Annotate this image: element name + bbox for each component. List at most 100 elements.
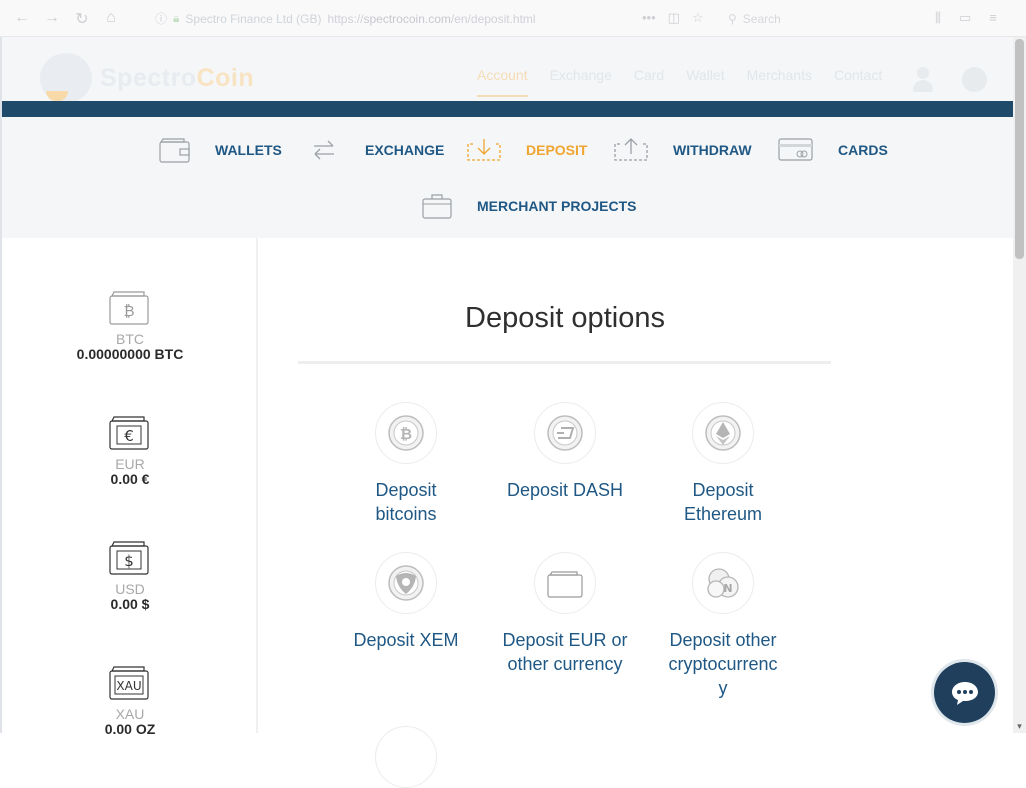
subnav-cards-label: CARDS [838,142,888,158]
menu-icon[interactable]: ≡ [989,10,997,26]
page-scrollbar[interactable]: ▾ [1013,37,1026,733]
browser-tools: ⫼ ▭ ≡ [935,10,997,26]
header-band [2,101,1013,117]
title-divider [298,361,831,364]
deposit-eur-option[interactable]: Deposit EUR or other currency [500,552,630,676]
wallet-code: XAU [115,706,145,722]
xem-coin-icon [375,552,437,614]
wallet-btc[interactable]: ₿ BTC 0.00000000 BTC [2,290,258,362]
address-bar[interactable]: ⓘ 🔒︎ Spectro Finance Ltd (GB) https://sp… [155,6,715,31]
card-icon [778,138,813,161]
wallet-sidebar: ₿ BTC 0.00000000 BTC € EUR 0.00 € $ USD … [2,238,258,737]
back-icon[interactable]: ← [7,9,37,27]
deposit-bitcoins-option[interactable]: ₿ Deposit bitcoins [341,402,471,526]
svg-text:N: N [723,582,732,595]
lock-icon: 🔒︎ [173,11,180,25]
wallet-code: USD [115,581,145,597]
wallet-balance: 0.00 € [110,471,150,487]
gold-wallet-icon: XAU [109,666,149,700]
library-icon[interactable]: ⫼ [935,10,941,26]
wallet-usd[interactable]: $ USD 0.00 $ [2,540,258,612]
subnav-wallets-label: WALLETS [215,142,282,158]
deposit-main: Deposit options ₿ Deposit bitcoins Deposi… [260,238,1013,788]
deposit-dash-option[interactable]: Deposit DASH [500,402,630,502]
subnav-exchange[interactable]: EXCHANGE [311,136,444,164]
search-placeholder: Search [742,11,781,26]
deposit-other-crypto-option[interactable]: N Deposit other cryptocurrenc y [658,552,788,700]
option-label: Deposit XEM [353,630,459,650]
globe-icon[interactable] [962,67,987,92]
top-menu-account[interactable]: Account [477,67,528,97]
wallet-balance: 0.00000000 BTC [76,346,184,362]
page-title: Deposit options [465,302,665,334]
logo-mark-icon [40,53,92,103]
subnav-merchant-projects[interactable]: MERCHANT PROJECTS [421,192,636,220]
scroll-down-arrow-icon[interactable]: ▾ [1015,721,1024,731]
pocket-icon[interactable]: ◫ [668,10,680,26]
subnav-deposit-label: DEPOSIT [526,142,588,158]
svg-text:XAU: XAU [116,679,141,693]
top-menu-card[interactable]: Card [634,67,664,97]
bookmark-star-icon[interactable]: ☆ [692,10,704,26]
user-icon[interactable] [912,67,934,93]
bitcoin-coin-icon: ₿ [375,402,437,464]
wallet-balance: 0.00 $ [110,596,150,612]
euro-wallet-icon: € [109,416,149,450]
page-actions-icon[interactable]: ••• [642,10,656,26]
home-icon[interactable]: ⌂ [96,9,126,27]
spectrocoin-logo[interactable]: SpectroCoin [40,53,254,103]
deposit-icon [467,139,501,161]
wallet-code: BTC [116,331,144,347]
logo-wordmark: SpectroCoin [100,63,255,92]
svg-text:€: € [124,427,134,445]
option-label: Deposit other cryptocurrenc y [668,630,778,698]
forward-icon[interactable]: → [37,9,67,27]
withdraw-icon [614,138,648,161]
browser-toolbar: ← → ↻ ⌂ ⓘ 🔒︎ Spectro Finance Ltd (GB) ht… [0,0,1026,37]
wallet-balance: 0.00 OZ [104,721,156,737]
subnav-withdraw-label: WITHDRAW [673,142,752,158]
search-icon: ⚲ [728,11,737,26]
other-crypto-coins-icon: N [692,552,754,614]
live-chat-button[interactable] [934,662,995,723]
url-text: https://spectrocoin.com/en/deposit.html [327,11,536,26]
svg-text:₿: ₿ [400,425,412,443]
wallet-eur[interactable]: € EUR 0.00 € [2,415,258,487]
search-input[interactable]: ⚲ Search [728,8,903,29]
dash-coin-icon [534,402,596,464]
deposit-xem-option[interactable]: Deposit XEM [341,552,471,652]
wallet-xau[interactable]: XAU XAU 0.00 OZ [2,665,258,737]
reload-icon[interactable]: ↻ [67,9,97,29]
top-menu-exchange[interactable]: Exchange [550,67,612,97]
subnav-merchant-projects-label: MERCHANT PROJECTS [477,198,637,214]
top-menu-wallet[interactable]: Wallet [686,67,724,97]
option-label: Deposit Ethereum [683,480,763,524]
url-actions: ••• ◫ ☆ [642,10,704,26]
scrollbar-thumb[interactable] [1015,39,1024,259]
deposit-next-option[interactable] [341,726,471,788]
ethereum-coin-icon [692,402,754,464]
dollar-wallet-icon: $ [109,541,149,575]
subnav-wallets[interactable]: WALLETS [159,136,282,164]
subnav-cards[interactable]: CARDS [778,136,888,164]
wallet-icon [534,552,596,614]
deposit-ethereum-option[interactable]: Deposit Ethereum [658,402,788,526]
top-menu-merchants[interactable]: Merchants [747,67,812,97]
svg-text:$: $ [124,552,134,570]
svg-text:₿: ₿ [123,302,134,320]
top-menu: Account Exchange Card Wallet Merchants C… [477,67,882,97]
info-icon[interactable]: ⓘ [155,10,167,27]
bitcoin-wallet-icon: ₿ [109,291,149,325]
subnav-deposit[interactable]: DEPOSIT [466,136,587,164]
subnav-exchange-label: EXCHANGE [365,142,445,158]
chat-bubble-icon [951,681,978,705]
briefcase-icon [422,194,452,219]
option-label: Deposit DASH [506,480,624,500]
option-label: Deposit bitcoins [375,480,437,524]
option-label: Deposit EUR or other currency [502,630,628,674]
subnav-withdraw[interactable]: WITHDRAW [613,136,752,164]
sidebar-icon[interactable]: ▭ [959,10,971,26]
top-menu-contact[interactable]: Contact [834,67,882,97]
site-header: SpectroCoin Account Exchange Card Wallet… [2,37,1013,117]
wallet-icon [159,138,190,163]
